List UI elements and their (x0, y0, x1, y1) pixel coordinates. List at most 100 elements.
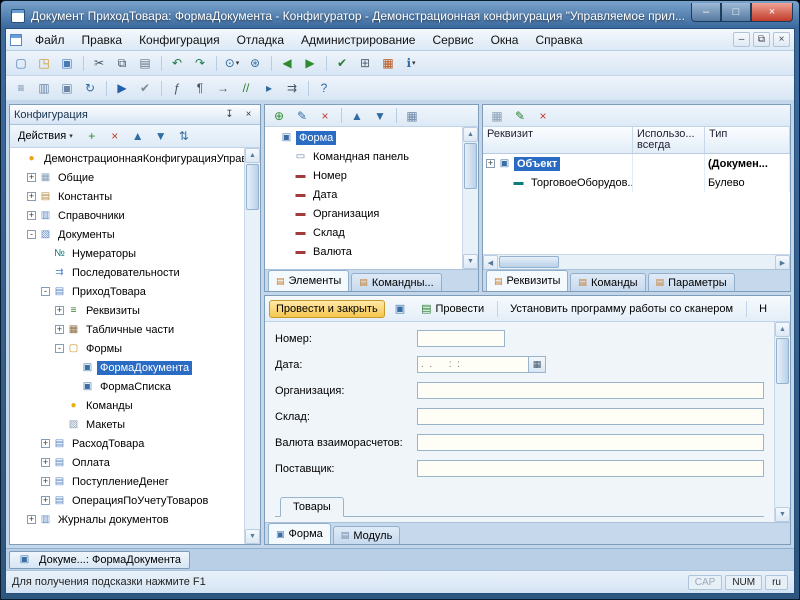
mdi-minimize-button[interactable]: – (733, 32, 750, 47)
language-indicator[interactable]: ru (765, 575, 788, 590)
tab-module[interactable]: ▤ Модуль (333, 526, 401, 544)
menu-configuration[interactable]: Конфигурация (131, 31, 228, 49)
tree-item[interactable]: ● ДемонстрационнаяКонфигурацияУправ (10, 149, 244, 168)
scroll-down-icon[interactable]: ▼ (775, 507, 790, 522)
scroll-up-icon[interactable]: ▲ (775, 322, 790, 337)
toolbar-button[interactable] (157, 53, 165, 73)
bookmark-icon[interactable]: ▸ (258, 78, 280, 98)
toolbar-button[interactable] (102, 78, 110, 98)
tree-item[interactable]: + ≡ Реквизиты (10, 301, 244, 320)
tree-item[interactable]: - ▤ ПриходТовара (10, 282, 244, 301)
mdi-child-icon[interactable] (10, 34, 22, 46)
post-and-close-button[interactable]: Провести и закрыть (269, 300, 385, 318)
tree-item[interactable]: + ▤ РасходТовара (10, 434, 244, 453)
tree-item[interactable]: ▬ Склад (265, 223, 462, 242)
tree-item[interactable]: ▣ Форма (265, 128, 462, 147)
scroll-thumb[interactable] (246, 164, 259, 210)
cut-icon[interactable]: ✂ (88, 53, 110, 73)
tree-item[interactable]: ▬ Организация (265, 204, 462, 223)
tree-item[interactable]: ▬ Валюта (265, 242, 462, 261)
save-icon[interactable]: ▣ (56, 53, 78, 73)
command-button[interactable] (743, 301, 749, 317)
actions-menu-button[interactable]: Действия ▾ (14, 128, 77, 144)
tab-command-interface[interactable]: ▤ Командны... (351, 273, 441, 291)
scroll-left-icon[interactable]: ◀ (483, 255, 498, 270)
table-row[interactable]: + ▣ Объект (Докумен... (483, 154, 790, 173)
maximize-button[interactable]: □ (721, 3, 751, 22)
tab-commands[interactable]: ▤ Команды (570, 273, 645, 291)
format-icon[interactable]: → (212, 78, 234, 98)
add-attribute-icon[interactable]: ▦ (486, 106, 508, 126)
expander-icon[interactable]: - (41, 287, 50, 296)
vertical-scrollbar[interactable]: ▲ ▼ (462, 127, 478, 269)
expander-icon[interactable]: + (55, 306, 64, 315)
tree-item[interactable]: ▨ Макеты (10, 415, 244, 434)
forward-icon[interactable]: ▶ (299, 53, 321, 73)
tab-goods[interactable]: Товары (280, 497, 344, 517)
window-tab-form-document[interactable]: ▣ Докуме...: ФормаДокумента (9, 551, 190, 569)
number-field[interactable] (417, 330, 505, 347)
calculator-icon[interactable]: ⊞ (354, 53, 376, 73)
menu-edit[interactable]: Правка (74, 31, 131, 49)
menu-debug[interactable]: Отладка (229, 31, 292, 49)
delete-icon[interactable]: × (104, 126, 126, 146)
toolbar-button[interactable] (212, 53, 220, 73)
horizontal-scrollbar[interactable]: ◀ ▶ (483, 254, 790, 269)
expander-icon[interactable]: + (27, 211, 36, 220)
scroll-up-icon[interactable]: ▲ (463, 127, 478, 142)
expander-icon[interactable]: - (55, 344, 64, 353)
tree-item[interactable]: ▬ Номер (265, 166, 462, 185)
find-replace-icon[interactable]: ⊛ (244, 53, 266, 73)
caps-indicator[interactable]: CAP (688, 575, 723, 590)
set-scanner-program-button[interactable]: Установить программу работы со сканером (504, 301, 739, 317)
column-header[interactable]: Тип (705, 127, 790, 153)
toolbar-button[interactable] (337, 106, 345, 126)
tree-item[interactable]: № Нумераторы (10, 244, 244, 263)
expander-icon[interactable]: + (41, 496, 50, 505)
scroll-down-icon[interactable]: ▼ (245, 529, 260, 544)
check-form-icon[interactable]: ▦ (401, 106, 423, 126)
menu-file[interactable]: Файл (27, 31, 73, 49)
new-icon[interactable]: ▢ (10, 53, 32, 73)
scroll-up-icon[interactable]: ▲ (245, 148, 260, 163)
expander-icon[interactable]: - (27, 230, 36, 239)
expander-icon[interactable]: + (27, 173, 36, 182)
table-row[interactable]: ▬ ТорговоеОборудов... Булево (483, 173, 790, 192)
save-button[interactable]: ▣ (389, 300, 411, 317)
tree-item[interactable]: ● Команды (10, 396, 244, 415)
tree-item[interactable]: + ▤ ОперацияПоУчетуТоваров (10, 491, 244, 510)
mdi-close-button[interactable]: × (773, 32, 790, 47)
tab-attributes[interactable]: ▤ Реквизиты (486, 270, 568, 291)
syntax-check-icon[interactable]: ✔ (331, 53, 353, 73)
edit-attribute-icon[interactable]: ✎ (509, 106, 531, 126)
tab-form[interactable]: ▣ Форма (268, 523, 331, 544)
post-button[interactable]: ▤ Провести (415, 300, 490, 317)
move-up-icon[interactable]: ▲ (346, 106, 368, 126)
expander-icon[interactable]: + (27, 192, 36, 201)
toolbar-button[interactable] (267, 53, 275, 73)
scroll-thumb[interactable] (464, 143, 477, 189)
delete-element-icon[interactable]: × (314, 106, 336, 126)
move-up-icon[interactable]: ▲ (127, 126, 149, 146)
toolbar-button[interactable] (304, 78, 312, 98)
expander-icon[interactable]: + (486, 159, 495, 168)
redo-icon[interactable]: ↷ (189, 53, 211, 73)
scroll-thumb[interactable] (499, 256, 559, 268)
tree-item[interactable]: + ▤ ПоступлениеДенег (10, 472, 244, 491)
paste-icon[interactable]: ▤ (134, 53, 156, 73)
scroll-down-icon[interactable]: ▼ (463, 254, 478, 269)
edit-element-icon[interactable]: ✎ (291, 106, 313, 126)
expander-icon[interactable]: + (41, 439, 50, 448)
find-icon[interactable]: ⊙ ▾ (221, 53, 243, 73)
add-icon[interactable]: + (81, 126, 103, 146)
toolbar-button[interactable] (322, 53, 330, 73)
truncated-button[interactable]: Н (753, 301, 773, 317)
menu-help[interactable]: Справка (527, 31, 590, 49)
copy-icon[interactable]: ⧉ (111, 53, 133, 73)
tree-item[interactable]: + ▥ Журналы документов (10, 510, 244, 529)
scroll-right-icon[interactable]: ▶ (775, 255, 790, 270)
toolbar-button[interactable] (79, 53, 87, 73)
tree-item[interactable]: ▣ ФормаСписка (10, 377, 244, 396)
attribute-use-always-cell[interactable] (633, 173, 705, 192)
goto-icon[interactable]: ⇉ (281, 78, 303, 98)
